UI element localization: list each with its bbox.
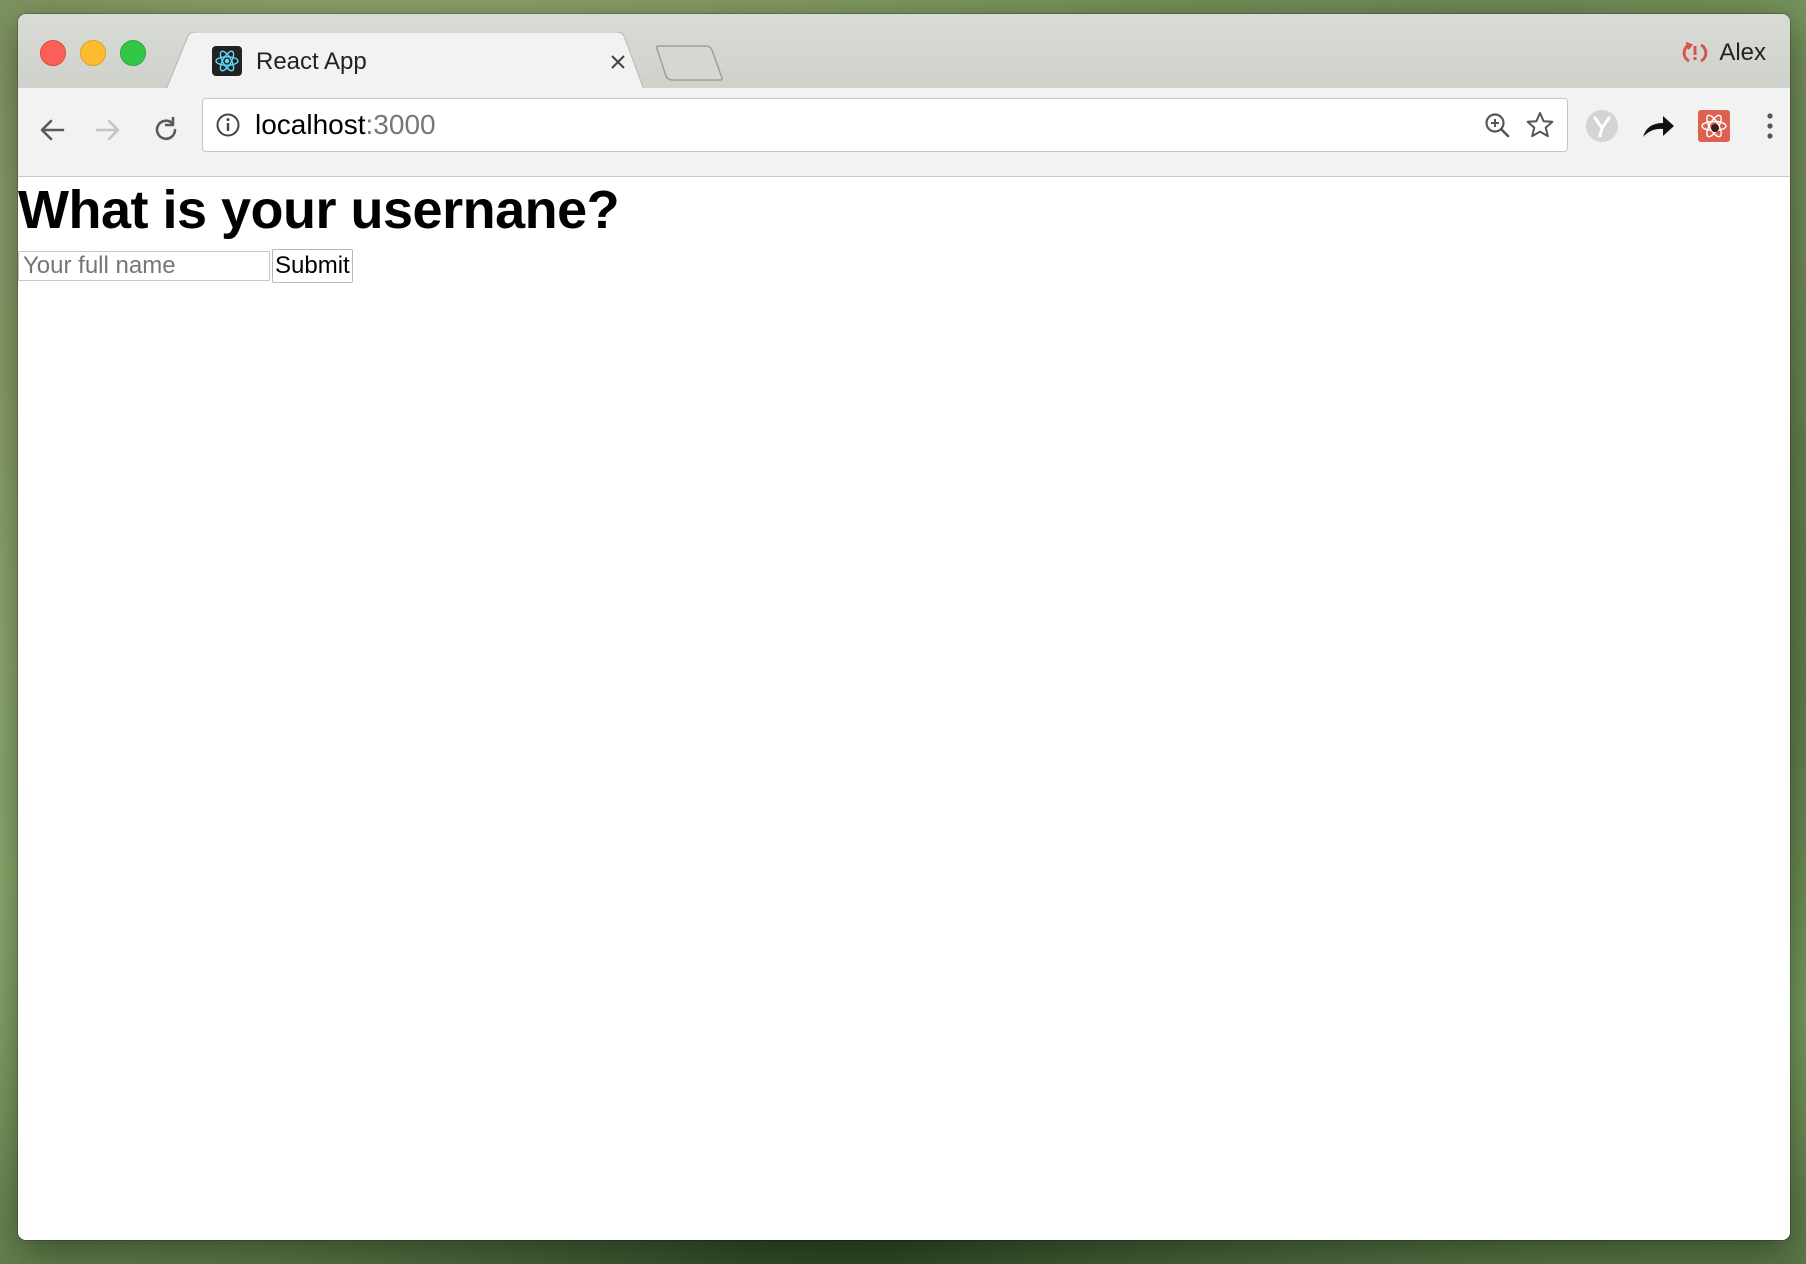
more-menu-icon[interactable] — [1752, 108, 1788, 144]
maximize-window-button[interactable] — [120, 40, 146, 66]
zoom-in-icon[interactable] — [1483, 111, 1511, 139]
sync-error-icon — [1682, 41, 1708, 63]
profile-button[interactable]: Alex — [1681, 38, 1766, 68]
browser-toolbar: localhost:3000 — [18, 88, 1790, 177]
close-window-button[interactable] — [40, 40, 66, 66]
page-content: What is your usernane? Submit — [18, 177, 1790, 1240]
forward-button[interactable] — [88, 110, 128, 150]
address-bar[interactable]: localhost:3000 — [202, 98, 1568, 152]
full-name-input[interactable] — [18, 251, 270, 281]
submit-button[interactable]: Submit — [272, 249, 353, 283]
info-icon[interactable] — [215, 112, 241, 138]
close-tab-icon[interactable] — [606, 50, 630, 74]
reload-icon — [155, 117, 177, 140]
react-devtools-icon[interactable] — [1696, 108, 1732, 144]
bookmark-star-icon[interactable] — [1525, 110, 1555, 140]
page-title: What is your usernane? — [18, 180, 620, 240]
react-logo-icon — [212, 46, 242, 76]
profile-name: Alex — [1719, 39, 1766, 66]
extension-y-icon[interactable] — [1584, 108, 1620, 144]
new-tab-button[interactable] — [655, 44, 724, 82]
username-form: Submit — [18, 249, 353, 283]
minimize-window-button[interactable] — [80, 40, 106, 66]
tab-title: React App — [256, 48, 367, 75]
url-port: :3000 — [365, 109, 436, 140]
url-host: localhost — [255, 109, 366, 140]
back-button[interactable] — [32, 110, 72, 150]
reload-button[interactable] — [146, 110, 186, 150]
browser-window: React App Alex localhost:3000 What is yo… — [18, 14, 1790, 1240]
arrow-right-icon — [95, 119, 120, 141]
title-bar: React App Alex — [18, 14, 1790, 90]
tab-react-app[interactable]: React App — [166, 32, 644, 90]
arrow-left-icon — [40, 119, 65, 141]
url-text[interactable]: localhost:3000 — [255, 109, 436, 141]
share-arrow-icon[interactable] — [1640, 108, 1676, 144]
